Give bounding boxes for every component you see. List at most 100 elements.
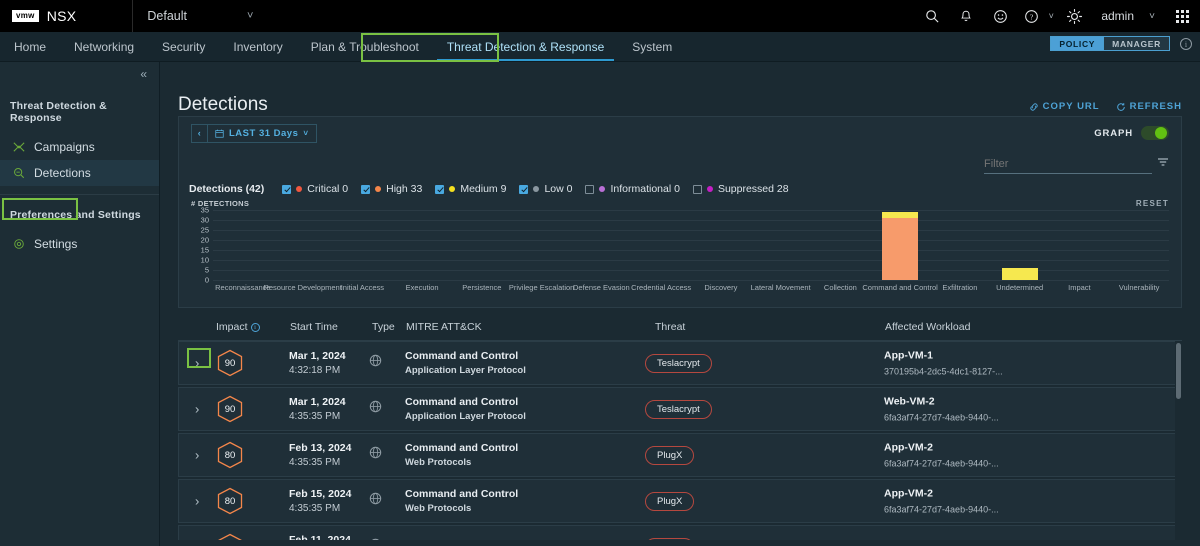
column-header-start-time[interactable]: Start Time (290, 321, 338, 333)
chevron-right-icon[interactable]: › (195, 494, 199, 509)
legend-checkbox[interactable] (519, 184, 529, 194)
legend-checkbox[interactable] (692, 184, 702, 194)
severity-dot (599, 186, 606, 192)
chevron-right-icon[interactable]: › (195, 540, 199, 541)
chart-y-tick: 10 (200, 255, 209, 265)
nav-item-home[interactable]: Home (0, 32, 60, 61)
nav-label: Home (14, 39, 47, 54)
severity-dot (706, 186, 713, 192)
table-row[interactable]: › 90 Mar 1, 2024 4:32:18 PM Command and Cont… (178, 341, 1182, 385)
main-navigation: Home Networking Security Inventory Plan … (0, 32, 1200, 62)
notification-bell-icon[interactable] (949, 0, 983, 32)
threat-cell: PlugX (645, 491, 695, 511)
date-range-prev-button[interactable]: ‹ (192, 124, 208, 142)
table-row[interactable]: ›80Feb 11, 20244:35:35 PMCommand and Con… (178, 525, 1182, 540)
date-range-picker[interactable]: ‹ LAST 31 Days ˅ (191, 123, 317, 143)
help-circle-icon[interactable]: ? (1017, 0, 1045, 32)
threat-cell: PlugX (645, 445, 695, 465)
brand-logo[interactable]: vmw NSX (0, 8, 76, 24)
nav-item-plan-troubleshoot[interactable]: Plan & Troubleshoot (297, 32, 433, 61)
network-type-icon (369, 446, 382, 464)
info-icon[interactable]: i (1180, 38, 1192, 50)
legend-checkbox[interactable] (585, 184, 595, 194)
chart-y-tick: 20 (200, 235, 209, 245)
affected-workload-cell: App-VM-1 370195b4-2dc5-4dc1-8127-... (884, 350, 1003, 377)
chart-y-tick: 35 (200, 205, 209, 215)
sidebar-item-label: Settings (34, 237, 78, 251)
refresh-button[interactable]: REFRESH (1116, 101, 1182, 112)
legend-item-low[interactable]: Low 0 (519, 183, 572, 195)
user-name-label: admin (1101, 9, 1134, 23)
help-chevron-down-icon[interactable]: ˅ (1045, 0, 1057, 32)
column-header-mitre-attack[interactable]: MITRE ATT&CK (406, 321, 482, 333)
table-row[interactable]: › 80 Feb 15, 2024 4:35:35 PM Command and Con… (178, 479, 1182, 523)
severity-dot (375, 186, 382, 192)
column-header-impact[interactable]: Impact i (216, 321, 260, 333)
sidebar-item-detections[interactable]: Detections (0, 160, 159, 186)
threat-badge[interactable]: Teslacrypt (645, 400, 712, 419)
app-grid-icon[interactable] (1164, 0, 1200, 32)
nav-item-system[interactable]: System (618, 32, 686, 61)
policy-manager-toggle[interactable]: POLICY MANAGER (1050, 36, 1170, 51)
legend-item-medium[interactable]: Medium 9 (435, 183, 506, 195)
nav-item-security[interactable]: Security (148, 32, 219, 61)
sidebar-item-settings[interactable]: Settings (0, 231, 159, 257)
chart-bar[interactable] (1001, 268, 1038, 280)
legend-checkbox[interactable] (361, 184, 371, 194)
row-highlight-box (187, 348, 211, 368)
impact-score-badge: 80 (217, 441, 243, 469)
date-range-main[interactable]: LAST 31 Days ˅ (208, 125, 316, 142)
table-row[interactable]: › 80 Feb 13, 2024 4:35:35 PM Command and Con… (178, 433, 1182, 477)
nav-item-networking[interactable]: Networking (60, 32, 148, 61)
table-row[interactable]: › 90 Mar 1, 2024 4:35:35 PM Command and Cont… (178, 387, 1182, 431)
column-header-threat[interactable]: Threat (655, 321, 685, 333)
legend-item-critical[interactable]: Critical 0 (282, 183, 348, 195)
sidebar-collapse-button[interactable]: « (0, 62, 159, 86)
start-date: Mar 1, 2024 (289, 350, 346, 362)
filter-funnel-icon[interactable] (1157, 155, 1169, 173)
graph-toggle-switch[interactable] (1141, 126, 1169, 140)
threat-badge[interactable]: PlugX (645, 492, 695, 511)
graph-toggle[interactable]: GRAPH (1094, 126, 1169, 140)
chevron-right-icon[interactable]: › (195, 448, 199, 463)
tenant-selector[interactable]: Default ˅ (133, 9, 253, 23)
search-icon[interactable] (915, 0, 949, 32)
column-header-affected-workload[interactable]: Affected Workload (885, 321, 970, 333)
chart-bar[interactable] (882, 212, 919, 280)
affected-workload-cell: Web-VM-2 6fa3af74-27d7-4aeb-9440-... (884, 396, 999, 423)
threat-badge[interactable]: PlugX (645, 446, 695, 465)
sidebar-item-campaigns[interactable]: Campaigns (0, 134, 159, 160)
hexagon-icon (217, 441, 243, 469)
threat-badge[interactable]: Teslacrypt (645, 354, 712, 373)
legend-item-suppressed[interactable]: Suppressed 28 (692, 183, 789, 195)
legend-item-high[interactable]: High 33 (361, 183, 422, 195)
nav-item-threat-detection-response[interactable]: Threat Detection & Response (433, 32, 618, 61)
chart-x-label: Vulnerability (1118, 283, 1160, 292)
chart-bar-segment-medium[interactable] (1001, 268, 1038, 280)
chart-bar-segment-high[interactable] (882, 218, 919, 280)
filter-row (179, 149, 1181, 179)
legend-item-informational[interactable]: Informational 0 (585, 183, 680, 195)
policy-mode-button[interactable]: POLICY (1050, 36, 1105, 51)
legend-checkbox[interactable] (435, 184, 445, 194)
info-icon[interactable]: i (250, 322, 260, 332)
theme-sun-icon[interactable] (1057, 0, 1091, 32)
top-header-bar: vmw NSX Default ˅ ? ˅ admin ˅ (0, 0, 1200, 32)
user-menu-chevron-down-icon[interactable]: ˅ (1140, 0, 1164, 32)
search-input[interactable] (984, 158, 1152, 174)
column-header-type[interactable]: Type (372, 321, 395, 333)
chart-reset-button[interactable]: RESET (1136, 199, 1169, 208)
nav-item-inventory[interactable]: Inventory (219, 32, 296, 61)
manager-mode-button[interactable]: MANAGER (1104, 36, 1170, 51)
mitre-technique: Application Layer Protocol (405, 365, 526, 376)
copy-url-button[interactable]: COPY URL (1029, 101, 1100, 112)
chevron-right-icon[interactable]: › (195, 402, 199, 417)
legend-checkbox[interactable] (282, 184, 292, 194)
feedback-smiley-icon[interactable] (983, 0, 1017, 32)
table-scrollbar[interactable] (1175, 341, 1182, 540)
refresh-label: REFRESH (1129, 101, 1182, 112)
svg-text:?: ? (1030, 12, 1034, 21)
threat-badge[interactable]: PlugX (645, 538, 695, 540)
workload-id: 370195b4-2dc5-4dc1-8127-... (884, 366, 1003, 377)
nav-label: Security (162, 39, 206, 54)
